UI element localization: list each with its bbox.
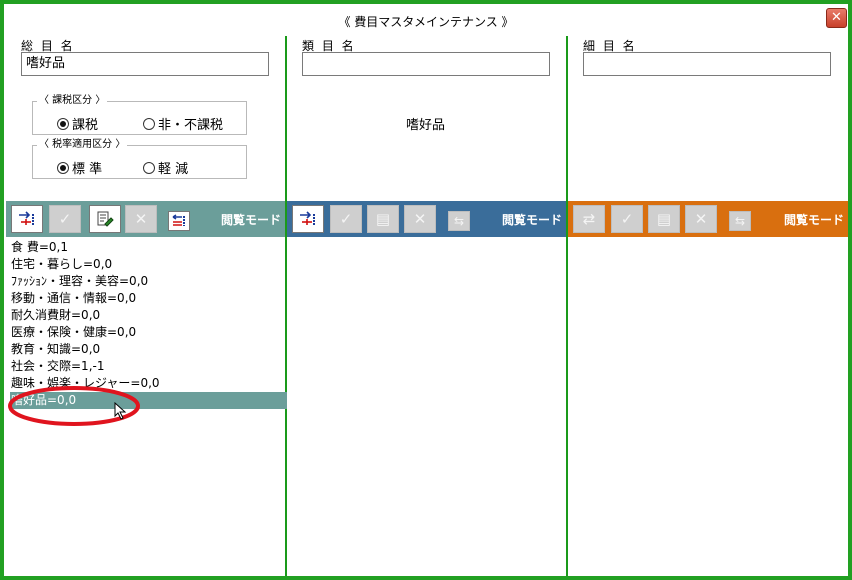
confirm-button[interactable]: ✓: [330, 205, 362, 233]
edit-document-icon: ▤: [656, 210, 672, 228]
delete-icon: ✕: [134, 210, 148, 228]
delete-button[interactable]: ✕: [685, 205, 717, 233]
confirm-button[interactable]: ✓: [49, 205, 81, 233]
rate-option-standard[interactable]: 標 準: [57, 158, 102, 177]
check-icon: ✓: [620, 210, 634, 228]
radio-selected-icon: [57, 161, 69, 174]
sort-order-icon: ⇆: [453, 214, 465, 228]
tax-option-taxable-label: 課税: [72, 118, 99, 133]
check-icon: ✓: [58, 210, 72, 228]
delete-button[interactable]: ✕: [404, 205, 436, 233]
major-item-field[interactable]: 嗜好品: [21, 52, 269, 76]
tax-rate-group: 〈 税率適用区分 〉 標 準 軽 減: [32, 139, 247, 179]
category-placeholder-text: 嗜好品: [406, 118, 446, 133]
list-item[interactable]: 社会・交際=1,-1: [10, 358, 287, 375]
add-item-button[interactable]: ⇄: [573, 205, 605, 233]
window-title: 《 費目マスタメインテナンス 》: [338, 15, 514, 29]
edit-document-icon: ▤: [375, 210, 391, 228]
detail-item-field[interactable]: [583, 52, 831, 76]
delete-icon: ✕: [413, 210, 427, 228]
list-item[interactable]: 住宅・暮らし=0,0: [10, 256, 287, 273]
confirm-button[interactable]: ✓: [611, 205, 643, 233]
sort-order-button[interactable]: [168, 211, 190, 231]
add-item-button[interactable]: [11, 205, 43, 233]
delete-icon: ✕: [694, 210, 708, 228]
sort-order-button[interactable]: ⇆: [448, 211, 470, 231]
add-item-button[interactable]: [292, 205, 324, 233]
category-item-toolbar: ✓ ▤ ✕ ⇆ 閲覧モード: [287, 201, 566, 237]
maintenance-window: 《 費目マスタメインテナンス 》 ✕ 総 目 名 嗜好品 類 目 名 嗜好品 細…: [0, 0, 852, 580]
edit-button[interactable]: ▤: [367, 205, 399, 233]
category-item-field[interactable]: [302, 52, 550, 76]
list-item[interactable]: ﾌｧｯｼｮﾝ・理容・美容=0,0: [10, 273, 287, 290]
sort-order-icon: [172, 214, 185, 226]
delete-button[interactable]: ✕: [125, 205, 157, 233]
view-mode-label: 閲覧モード: [501, 213, 562, 227]
rate-option-reduced[interactable]: 軽 減: [143, 158, 188, 177]
rate-option-reduced-label: 軽 減: [158, 162, 189, 177]
tax-category-legend: 〈 課税区分 〉: [37, 95, 108, 107]
major-item-toolbar: ✓ ✕ 閲覧モード: [6, 201, 285, 237]
tax-category-group: 〈 課税区分 〉 課税 非・不課税: [32, 95, 247, 135]
edit-button[interactable]: ▤: [648, 205, 680, 233]
tax-option-nontaxable[interactable]: 非・不課税: [143, 114, 223, 133]
check-icon: ✓: [339, 210, 353, 228]
list-item[interactable]: 教育・知識=0,0: [10, 341, 287, 358]
radio-unselected-icon: [143, 161, 155, 174]
rate-option-standard-label: 標 準: [72, 162, 103, 177]
detail-item-toolbar: ⇄ ✓ ▤ ✕ ⇆ 閲覧モード: [568, 201, 848, 237]
mouse-cursor-icon: [114, 402, 127, 420]
radio-selected-icon: [57, 117, 69, 130]
list-item[interactable]: 医療・保険・健康=0,0: [10, 324, 287, 341]
list-item[interactable]: 耐久消費財=0,0: [10, 307, 287, 324]
edit-button[interactable]: [89, 205, 121, 233]
add-item-icon: [300, 211, 315, 225]
view-mode-label: 閲覧モード: [783, 213, 844, 227]
add-item-icon: [19, 211, 34, 225]
close-button[interactable]: ✕: [826, 8, 847, 28]
list-item[interactable]: 食 費=0,1: [10, 239, 287, 256]
list-item[interactable]: 移動・通信・情報=0,0: [10, 290, 287, 307]
radio-unselected-icon: [143, 117, 155, 130]
edit-document-icon: [97, 211, 114, 227]
tax-rate-legend: 〈 税率適用区分 〉: [37, 139, 128, 151]
sort-order-button[interactable]: ⇆: [729, 211, 751, 231]
tax-option-nontaxable-label: 非・不課税: [158, 118, 224, 133]
tax-option-taxable[interactable]: 課税: [57, 114, 98, 133]
add-item-icon: ⇄: [582, 210, 596, 228]
column-divider-2[interactable]: [566, 36, 568, 576]
view-mode-label: 閲覧モード: [220, 213, 281, 227]
sort-order-icon: ⇆: [734, 214, 746, 228]
